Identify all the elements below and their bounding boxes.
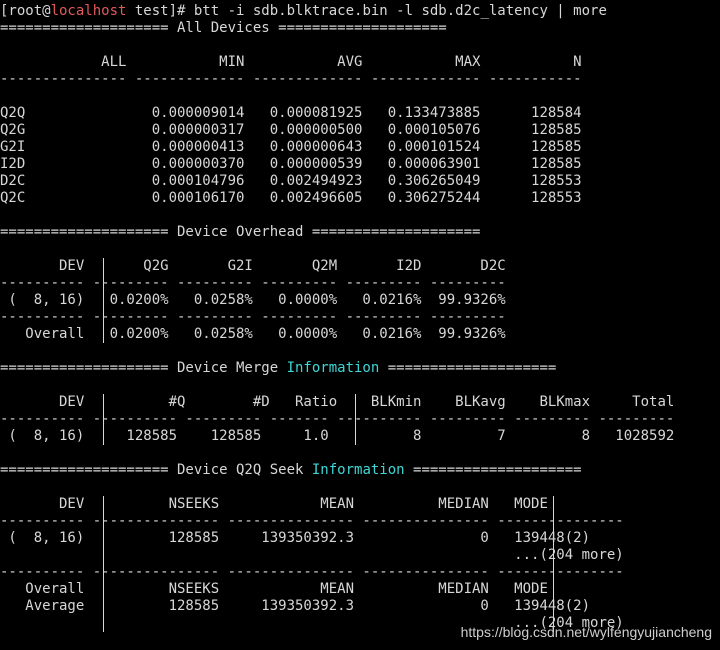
device-merge-divider-left — [103, 394, 104, 445]
device-merge-separator: ---------- ---------- --------- ------- … — [0, 411, 675, 427]
all-devices-column-header: ALL MIN AVG MAX N — [0, 54, 582, 70]
q2q-seek-overall-header: Overall NSEEKS MEAN MEDIAN MODE — [0, 581, 548, 597]
prompt-hostname: localhost — [50, 3, 127, 19]
all-devices-row-q2g: Q2G 0.000000317 0.000000500 0.000105076 … — [0, 122, 582, 138]
device-merge-header-text: ==================== Device Merge — [0, 360, 287, 376]
q2q-seek-average-row: Average 128585 139350392.3 0 139448(2) — [0, 598, 591, 614]
device-overhead-column-header: DEV Q2G G2I Q2M I2D D2C — [0, 258, 506, 274]
q2q-seek-header-highlight: Information — [311, 462, 405, 478]
device-overhead-row: ( 8, 16) 0.0200% 0.0258% 0.0000% 0.0216%… — [0, 292, 506, 308]
all-devices-header: ==================== All Devices =======… — [0, 20, 447, 36]
command-text: btt -i sdb.blktrace.bin -l sdb.d2c_laten… — [193, 3, 607, 19]
prompt-suffix: test]# — [126, 3, 194, 19]
q2q-seek-column-header: DEV NSEEKS MEAN MEDIAN MODE — [0, 496, 548, 512]
q2q-seek-separator-2: ---------- --------------- -------------… — [0, 564, 624, 580]
q2q-seek-row-more: ...(204 more) — [0, 547, 624, 563]
prompt-prefix: [root@ — [0, 3, 51, 19]
all-devices-row-d2c: D2C 0.000104796 0.002494923 0.306265049 … — [0, 173, 582, 189]
q2q-seek-divider-right — [553, 496, 554, 632]
q2q-seek-row: ( 8, 16) 128585 139350392.3 0 139448(2) — [0, 530, 591, 546]
device-overhead-separator-2: ---------- --------- --------- ---------… — [0, 309, 506, 325]
device-overhead-separator: ---------- --------- --------- ---------… — [0, 275, 506, 291]
terminal-prompt-line[interactable]: [root@localhost test]# btt -i sdb.blktra… — [0, 3, 607, 20]
all-devices-row-q2c: Q2C 0.000106170 0.002496605 0.306275244 … — [0, 190, 582, 206]
device-overhead-overall-row: Overall 0.0200% 0.0258% 0.0000% 0.0216% … — [0, 326, 506, 342]
device-merge-header: ==================== Device Merge Inform… — [0, 360, 556, 377]
device-merge-column-header: DEV #Q #D Ratio BLKmin BLKavg BLKmax Tot… — [0, 394, 675, 410]
q2q-seek-header: ==================== Device Q2Q Seek Inf… — [0, 462, 582, 479]
q2q-seek-header-tail: ==================== — [404, 462, 582, 478]
watermark-text: https://blog.csdn.net/wylfengyujiancheng — [460, 624, 712, 640]
device-merge-header-highlight: Information — [286, 360, 380, 376]
all-devices-row-g2i: G2I 0.000000413 0.000000643 0.000101524 … — [0, 139, 582, 155]
device-overhead-header: ==================== Device Overhead ===… — [0, 224, 481, 240]
all-devices-row-i2d: I2D 0.000000370 0.000000539 0.000063901 … — [0, 156, 582, 172]
device-merge-row: ( 8, 16) 128585 128585 1.0 8 7 8 1028592 — [0, 428, 675, 444]
q2q-seek-divider-left — [103, 496, 104, 632]
q2q-seek-separator: ---------- --------------- -------------… — [0, 513, 624, 529]
all-devices-separator: --------------- ------------- ----------… — [0, 71, 582, 87]
device-merge-divider-right — [355, 394, 356, 445]
q2q-seek-header-text: ==================== Device Q2Q Seek — [0, 462, 312, 478]
device-overhead-column-divider — [103, 258, 104, 343]
all-devices-row-q2q: Q2Q 0.000009014 0.000081925 0.133473885 … — [0, 105, 582, 121]
device-merge-header-tail: ==================== — [379, 360, 557, 376]
